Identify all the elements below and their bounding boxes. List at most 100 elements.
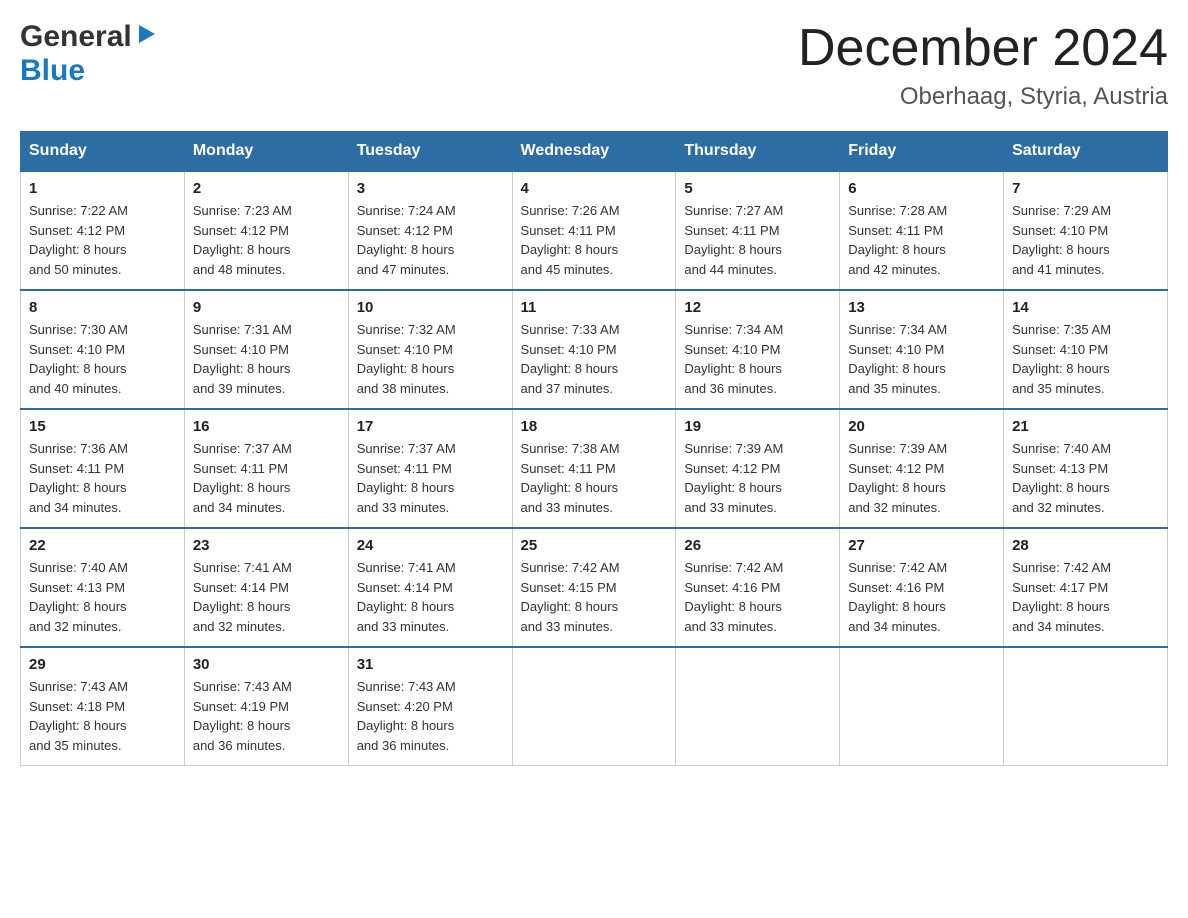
day-number: 15 [29,418,176,435]
day-info: Sunrise: 7:43 AM Sunset: 4:20 PM Dayligh… [357,677,504,755]
day-info: Sunrise: 7:24 AM Sunset: 4:12 PM Dayligh… [357,201,504,279]
header-tuesday: Tuesday [348,132,512,172]
calendar-cell: 28 Sunrise: 7:42 AM Sunset: 4:17 PM Dayl… [1004,528,1168,647]
day-info: Sunrise: 7:42 AM Sunset: 4:15 PM Dayligh… [521,558,668,636]
day-number: 17 [357,418,504,435]
day-number: 3 [357,180,504,197]
day-number: 9 [193,299,340,316]
day-info: Sunrise: 7:29 AM Sunset: 4:10 PM Dayligh… [1012,201,1159,279]
day-info: Sunrise: 7:41 AM Sunset: 4:14 PM Dayligh… [193,558,340,636]
day-info: Sunrise: 7:26 AM Sunset: 4:11 PM Dayligh… [521,201,668,279]
calendar-week-1: 1 Sunrise: 7:22 AM Sunset: 4:12 PM Dayli… [21,171,1168,290]
day-number: 8 [29,299,176,316]
calendar-cell: 20 Sunrise: 7:39 AM Sunset: 4:12 PM Dayl… [840,409,1004,528]
calendar-cell: 3 Sunrise: 7:24 AM Sunset: 4:12 PM Dayli… [348,171,512,290]
day-number: 20 [848,418,995,435]
calendar-cell: 16 Sunrise: 7:37 AM Sunset: 4:11 PM Dayl… [184,409,348,528]
day-info: Sunrise: 7:43 AM Sunset: 4:18 PM Dayligh… [29,677,176,755]
day-info: Sunrise: 7:43 AM Sunset: 4:19 PM Dayligh… [193,677,340,755]
day-info: Sunrise: 7:42 AM Sunset: 4:17 PM Dayligh… [1012,558,1159,636]
calendar-title: December 2024 [798,20,1168,77]
day-number: 14 [1012,299,1159,316]
day-number: 23 [193,537,340,554]
day-number: 21 [1012,418,1159,435]
day-number: 22 [29,537,176,554]
calendar-cell: 5 Sunrise: 7:27 AM Sunset: 4:11 PM Dayli… [676,171,840,290]
day-number: 24 [357,537,504,554]
calendar-cell: 8 Sunrise: 7:30 AM Sunset: 4:10 PM Dayli… [21,290,185,409]
day-info: Sunrise: 7:42 AM Sunset: 4:16 PM Dayligh… [848,558,995,636]
day-info: Sunrise: 7:32 AM Sunset: 4:10 PM Dayligh… [357,320,504,398]
calendar-cell: 4 Sunrise: 7:26 AM Sunset: 4:11 PM Dayli… [512,171,676,290]
calendar-cell: 9 Sunrise: 7:31 AM Sunset: 4:10 PM Dayli… [184,290,348,409]
logo: General Blue [20,20,157,88]
header-friday: Friday [840,132,1004,172]
day-info: Sunrise: 7:34 AM Sunset: 4:10 PM Dayligh… [848,320,995,398]
calendar-cell: 22 Sunrise: 7:40 AM Sunset: 4:13 PM Dayl… [21,528,185,647]
calendar-cell: 19 Sunrise: 7:39 AM Sunset: 4:12 PM Dayl… [676,409,840,528]
day-info: Sunrise: 7:40 AM Sunset: 4:13 PM Dayligh… [1012,439,1159,517]
day-info: Sunrise: 7:41 AM Sunset: 4:14 PM Dayligh… [357,558,504,636]
calendar-cell: 15 Sunrise: 7:36 AM Sunset: 4:11 PM Dayl… [21,409,185,528]
day-number: 16 [193,418,340,435]
calendar-cell: 2 Sunrise: 7:23 AM Sunset: 4:12 PM Dayli… [184,171,348,290]
day-number: 13 [848,299,995,316]
day-number: 31 [357,656,504,673]
calendar-cell: 1 Sunrise: 7:22 AM Sunset: 4:12 PM Dayli… [21,171,185,290]
day-info: Sunrise: 7:23 AM Sunset: 4:12 PM Dayligh… [193,201,340,279]
day-number: 1 [29,180,176,197]
calendar-week-5: 29 Sunrise: 7:43 AM Sunset: 4:18 PM Dayl… [21,647,1168,766]
header-sunday: Sunday [21,132,185,172]
day-number: 6 [848,180,995,197]
calendar-cell: 24 Sunrise: 7:41 AM Sunset: 4:14 PM Dayl… [348,528,512,647]
logo-blue-text: Blue [20,54,85,88]
day-number: 19 [684,418,831,435]
calendar-week-2: 8 Sunrise: 7:30 AM Sunset: 4:10 PM Dayli… [21,290,1168,409]
calendar-cell: 29 Sunrise: 7:43 AM Sunset: 4:18 PM Dayl… [21,647,185,766]
calendar-cell: 18 Sunrise: 7:38 AM Sunset: 4:11 PM Dayl… [512,409,676,528]
day-info: Sunrise: 7:36 AM Sunset: 4:11 PM Dayligh… [29,439,176,517]
calendar-cell [676,647,840,766]
day-number: 27 [848,537,995,554]
day-info: Sunrise: 7:22 AM Sunset: 4:12 PM Dayligh… [29,201,176,279]
calendar-cell: 7 Sunrise: 7:29 AM Sunset: 4:10 PM Dayli… [1004,171,1168,290]
header-wednesday: Wednesday [512,132,676,172]
calendar-cell: 31 Sunrise: 7:43 AM Sunset: 4:20 PM Dayl… [348,647,512,766]
page-header: General Blue December 2024 Oberhaag, Sty… [20,20,1168,111]
day-info: Sunrise: 7:35 AM Sunset: 4:10 PM Dayligh… [1012,320,1159,398]
calendar-cell: 30 Sunrise: 7:43 AM Sunset: 4:19 PM Dayl… [184,647,348,766]
day-info: Sunrise: 7:37 AM Sunset: 4:11 PM Dayligh… [357,439,504,517]
day-number: 12 [684,299,831,316]
header-saturday: Saturday [1004,132,1168,172]
day-number: 30 [193,656,340,673]
day-number: 28 [1012,537,1159,554]
day-info: Sunrise: 7:31 AM Sunset: 4:10 PM Dayligh… [193,320,340,398]
calendar-cell: 13 Sunrise: 7:34 AM Sunset: 4:10 PM Dayl… [840,290,1004,409]
day-number: 26 [684,537,831,554]
day-info: Sunrise: 7:38 AM Sunset: 4:11 PM Dayligh… [521,439,668,517]
calendar-header-row: Sunday Monday Tuesday Wednesday Thursday… [21,132,1168,172]
calendar-location: Oberhaag, Styria, Austria [798,83,1168,111]
calendar-title-area: December 2024 Oberhaag, Styria, Austria [798,20,1168,111]
day-info: Sunrise: 7:39 AM Sunset: 4:12 PM Dayligh… [684,439,831,517]
calendar-table: Sunday Monday Tuesday Wednesday Thursday… [20,131,1168,766]
calendar-cell: 10 Sunrise: 7:32 AM Sunset: 4:10 PM Dayl… [348,290,512,409]
logo-arrow-icon [135,23,157,50]
calendar-cell [1004,647,1168,766]
day-info: Sunrise: 7:27 AM Sunset: 4:11 PM Dayligh… [684,201,831,279]
day-info: Sunrise: 7:42 AM Sunset: 4:16 PM Dayligh… [684,558,831,636]
day-number: 5 [684,180,831,197]
calendar-cell [512,647,676,766]
calendar-cell: 14 Sunrise: 7:35 AM Sunset: 4:10 PM Dayl… [1004,290,1168,409]
day-number: 10 [357,299,504,316]
day-info: Sunrise: 7:37 AM Sunset: 4:11 PM Dayligh… [193,439,340,517]
day-info: Sunrise: 7:33 AM Sunset: 4:10 PM Dayligh… [521,320,668,398]
calendar-week-4: 22 Sunrise: 7:40 AM Sunset: 4:13 PM Dayl… [21,528,1168,647]
day-info: Sunrise: 7:30 AM Sunset: 4:10 PM Dayligh… [29,320,176,398]
day-number: 11 [521,299,668,316]
day-info: Sunrise: 7:28 AM Sunset: 4:11 PM Dayligh… [848,201,995,279]
day-number: 25 [521,537,668,554]
day-number: 18 [521,418,668,435]
day-number: 4 [521,180,668,197]
day-info: Sunrise: 7:39 AM Sunset: 4:12 PM Dayligh… [848,439,995,517]
